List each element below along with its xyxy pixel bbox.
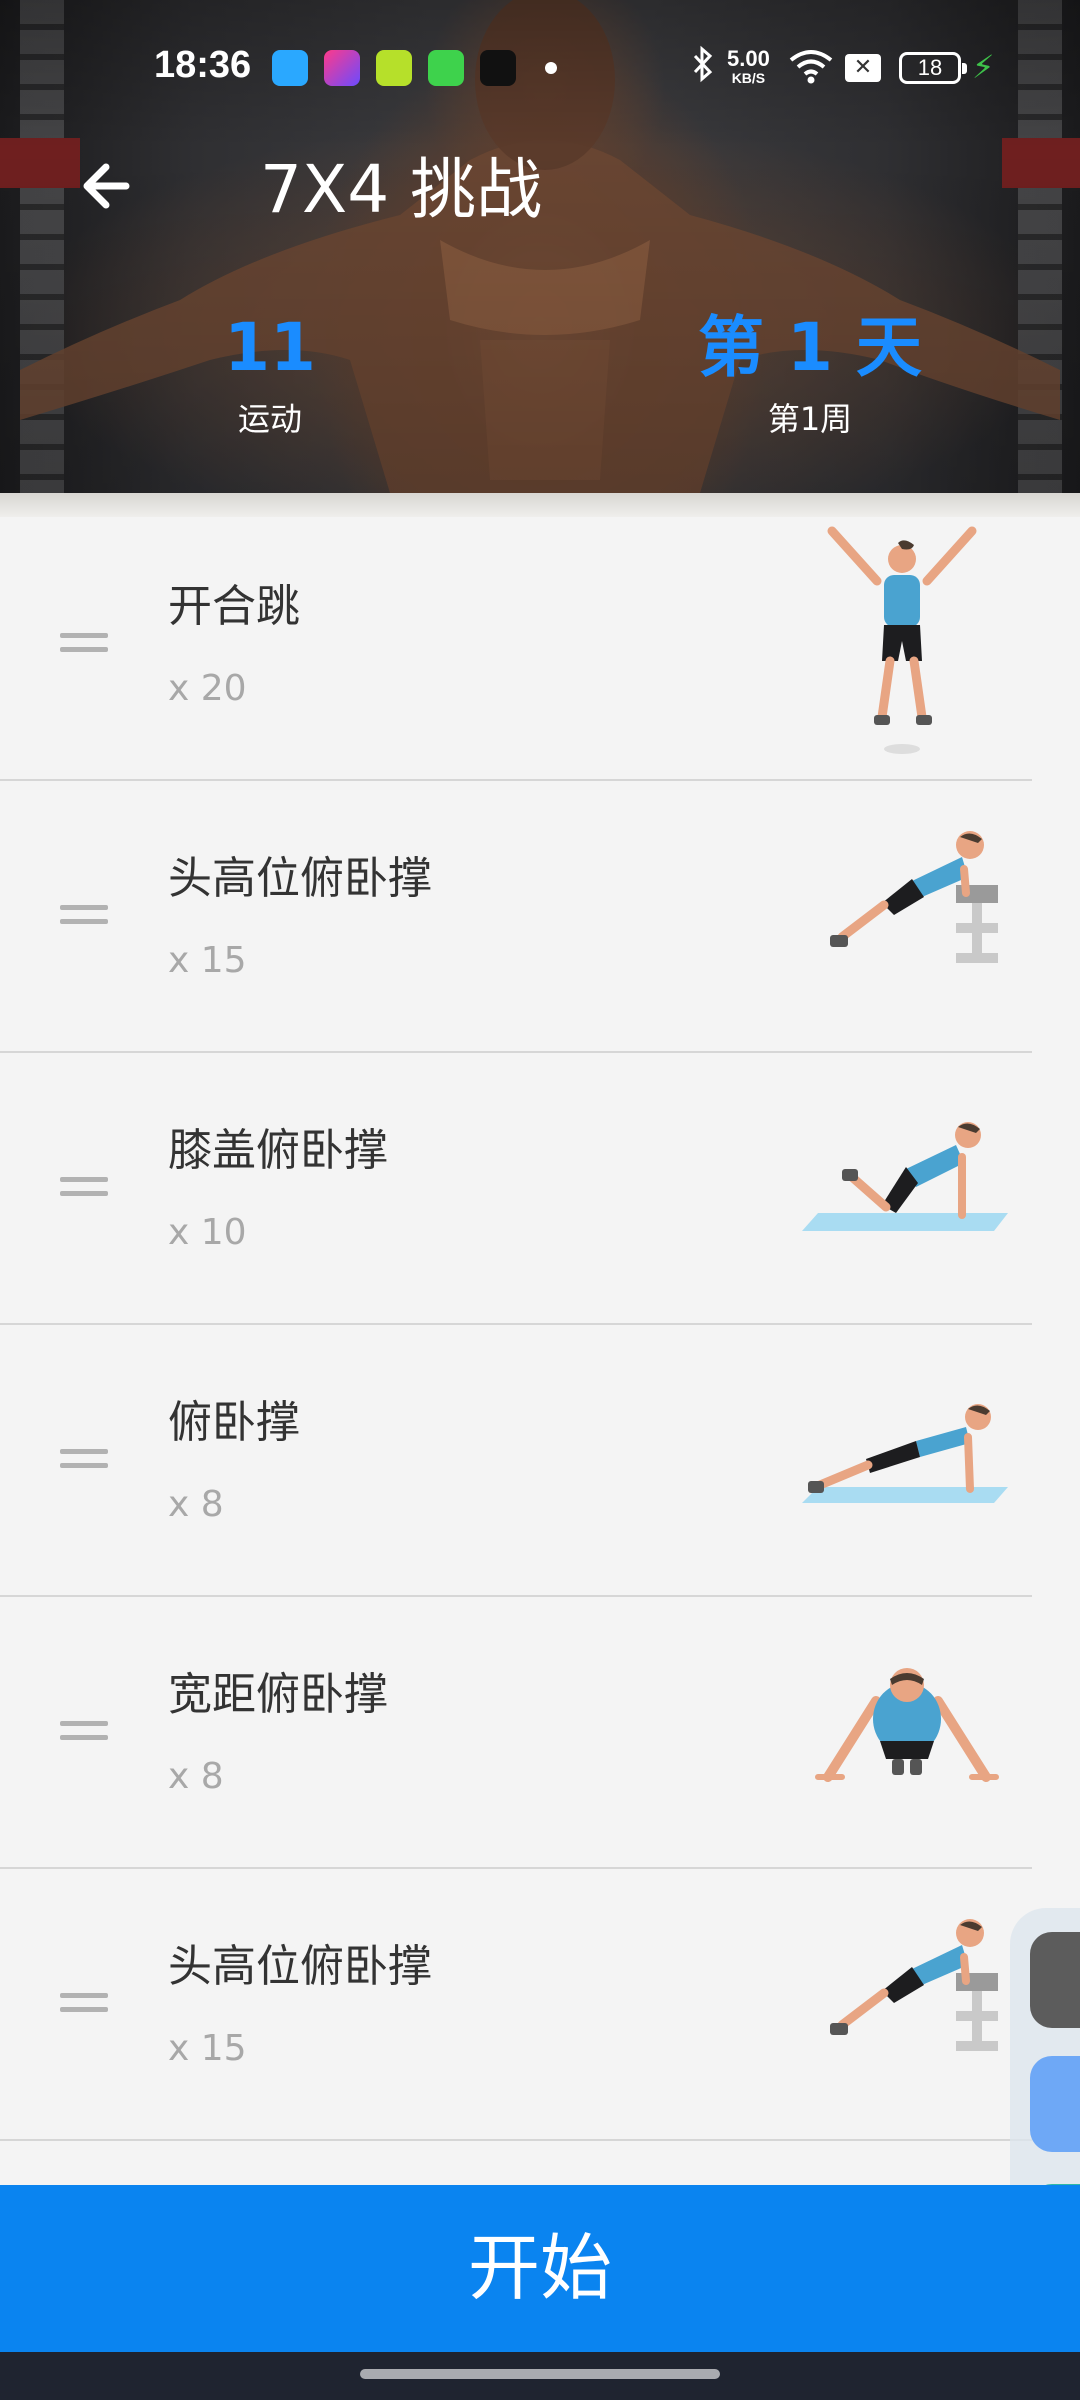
- drag-handle-icon[interactable]: [60, 1449, 108, 1473]
- drag-handle-icon[interactable]: [60, 905, 108, 929]
- list-item[interactable]: 宽距俯卧撑 x 8: [0, 1597, 1032, 1869]
- exercise-name: 膝盖俯卧撑: [168, 1125, 388, 1176]
- side-tool-app-icon[interactable]: [1030, 1932, 1080, 2028]
- exercise-count-label: 运动: [237, 400, 302, 438]
- exercise-reps: x 15: [168, 2028, 247, 2069]
- day-value: 第 1 天: [698, 309, 922, 386]
- drag-handle-icon[interactable]: [60, 1177, 108, 1201]
- exercise-list[interactable]: 开合跳 x 20 头高位俯卧撑 x 15 膝盖俯卧撑 x 10 俯卧撑 x 8 …: [0, 493, 1080, 2185]
- exercise-name: 俯卧撑: [168, 1397, 300, 1448]
- status-time: 18:36: [154, 44, 252, 86]
- wifi-icon: [788, 46, 834, 94]
- start-button[interactable]: 开始: [0, 2185, 1080, 2352]
- exercise-name: 开合跳: [168, 581, 300, 632]
- knee-pushup-figure: [802, 1122, 1008, 1231]
- network-speed: 5.00 KB/S: [727, 46, 770, 87]
- exercise-name: 头高位俯卧撑: [168, 853, 432, 904]
- drag-handle-icon[interactable]: [60, 633, 108, 657]
- network-speed-value: 5.00: [727, 46, 770, 71]
- exercise-reps: x 10: [168, 1212, 247, 1253]
- battery-icon: 18: [899, 52, 967, 84]
- incline-pushup-figure: [830, 1919, 998, 2051]
- page-title: 7X4 挑战: [260, 151, 543, 228]
- more-notifications-dot: [545, 62, 557, 74]
- pushup-figure: [802, 1404, 1008, 1503]
- exercise-count-stat: 11 运动: [170, 308, 370, 440]
- drag-handle-icon[interactable]: [60, 1721, 108, 1745]
- list-item[interactable]: 开合跳 x 20: [0, 509, 1032, 781]
- bluetooth-icon: [690, 44, 716, 92]
- exercise-count-value: 11: [224, 309, 316, 386]
- battery-level: 18: [917, 55, 943, 80]
- list-item[interactable]: 膝盖俯卧撑 x 10: [0, 1053, 1032, 1325]
- list-item[interactable]: 头高位俯卧撑 x 15: [0, 781, 1032, 1053]
- drag-handle-icon[interactable]: [60, 1993, 108, 2017]
- status-bar: 18:36 5.00 KB/S ✕ 18 ⚡: [0, 0, 1080, 132]
- exercise-reps: x 8: [168, 1484, 224, 1525]
- charging-bolt-icon: ⚡: [972, 48, 995, 86]
- exercise-name: 宽距俯卧撑: [168, 1669, 388, 1720]
- aiqiyi-app-icon: [376, 50, 412, 86]
- exercise-reps: x 15: [168, 940, 247, 981]
- qq-app-icon: [272, 50, 308, 86]
- jumping-jack-figure: [827, 526, 977, 754]
- back-arrow-icon[interactable]: [72, 150, 144, 222]
- system-navigation-bar: [0, 2352, 1080, 2400]
- sim-disabled-icon: ✕: [845, 54, 881, 82]
- exercise-reps: x 8: [168, 1756, 224, 1797]
- list-item[interactable]: 头高位俯卧撑 x 15: [0, 1869, 1032, 2141]
- incline-pushup-figure: [830, 831, 998, 963]
- day-stat: 第 1 天 第1周: [660, 308, 960, 440]
- wide-pushup-figure: [815, 1668, 999, 1782]
- home-gesture-pill[interactable]: [360, 2369, 720, 2379]
- exercise-reps: x 20: [168, 668, 247, 709]
- side-tool-close-icon[interactable]: [1030, 2056, 1080, 2152]
- week-label: 第1周: [767, 400, 853, 438]
- network-speed-unit: KB/S: [731, 70, 766, 86]
- shopping-app-icon: [428, 50, 464, 86]
- exercise-name: 头高位俯卧撑: [168, 1941, 432, 1992]
- whee-app-icon: [324, 50, 360, 86]
- tiktok-app-icon: [480, 50, 516, 86]
- list-item[interactable]: 俯卧撑 x 8: [0, 1325, 1032, 1597]
